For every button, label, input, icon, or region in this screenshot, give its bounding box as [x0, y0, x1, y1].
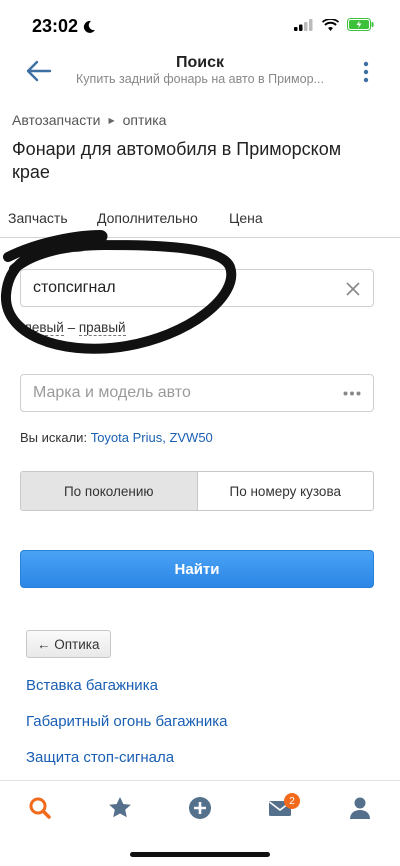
more-horizontal-icon[interactable]: [343, 391, 361, 396]
breadcrumb-item-optics[interactable]: оптика: [123, 112, 167, 128]
nav-subtitle: Купить задний фонарь на авто в Примор...: [76, 72, 324, 86]
category-link[interactable]: Габаритный огонь багажника: [26, 712, 228, 748]
status-time: 23:02: [32, 16, 96, 37]
tab-bar: Запчасть Дополнительно Цена: [0, 200, 400, 238]
signal-icon: [294, 18, 313, 31]
category-links: Вставка багажника Габаритный огонь багаж…: [26, 676, 228, 784]
moon-icon: [83, 20, 96, 33]
breadcrumb-item-autoparts[interactable]: Автозапчасти: [12, 112, 100, 128]
breadcrumb-separator-icon: ▶: [108, 115, 115, 125]
car-model-input[interactable]: Марка и модель авто: [20, 374, 374, 412]
category-link[interactable]: Вставка багажника: [26, 676, 228, 712]
search-icon[interactable]: [27, 795, 53, 821]
segment-by-body-number[interactable]: По номеру кузова: [198, 472, 374, 510]
breadcrumb: Автозапчасти ▶ оптика: [12, 112, 166, 128]
wifi-icon: [322, 18, 339, 31]
tab-price[interactable]: Цена: [229, 210, 263, 226]
home-indicator: [130, 852, 270, 857]
side-left-link[interactable]: левый: [24, 320, 64, 336]
mail-badge: 2: [284, 793, 300, 809]
nav-bar: Поиск Купить задний фонарь на авто в При…: [0, 50, 400, 94]
find-button[interactable]: Найти: [20, 550, 374, 588]
plus-circle-icon[interactable]: [187, 795, 213, 821]
nav-title: Поиск: [175, 54, 224, 71]
searched-car-link[interactable]: Toyota Prius, ZVW50: [91, 430, 213, 445]
status-bar: 23:02: [0, 0, 400, 50]
page-title: Фонари для автомобиля в Приморском крае: [12, 139, 342, 182]
search-mode-segment: По поколению По номеру кузова: [20, 471, 374, 511]
clear-icon[interactable]: [345, 281, 361, 297]
searched-label: Вы искали:: [20, 430, 88, 445]
part-input-value: стопсигнал: [33, 279, 116, 296]
part-search-input[interactable]: стопсигнал: [20, 269, 374, 307]
status-indicators: [294, 18, 374, 31]
side-dash: –: [67, 320, 76, 335]
tab-additional[interactable]: Дополнительно: [97, 210, 198, 226]
star-icon[interactable]: [107, 795, 133, 821]
back-to-optics-button[interactable]: ← Оптика: [26, 630, 111, 658]
user-icon[interactable]: [347, 795, 373, 821]
time-text: 23:02: [32, 16, 79, 36]
battery-icon: [347, 18, 374, 31]
back-arrow-icon[interactable]: [24, 58, 54, 84]
tab-part[interactable]: Запчасть: [8, 210, 68, 226]
segment-by-generation[interactable]: По поколению: [21, 472, 198, 510]
side-selector: левый – правый: [24, 320, 126, 336]
category-link[interactable]: Защита стоп-сигнала: [26, 748, 228, 784]
searched-line: Вы искали: Toyota Prius, ZVW50: [20, 430, 213, 445]
more-vertical-icon[interactable]: [362, 60, 370, 84]
car-model-placeholder: Марка и модель авто: [33, 384, 191, 401]
side-right-link[interactable]: правый: [78, 320, 126, 336]
